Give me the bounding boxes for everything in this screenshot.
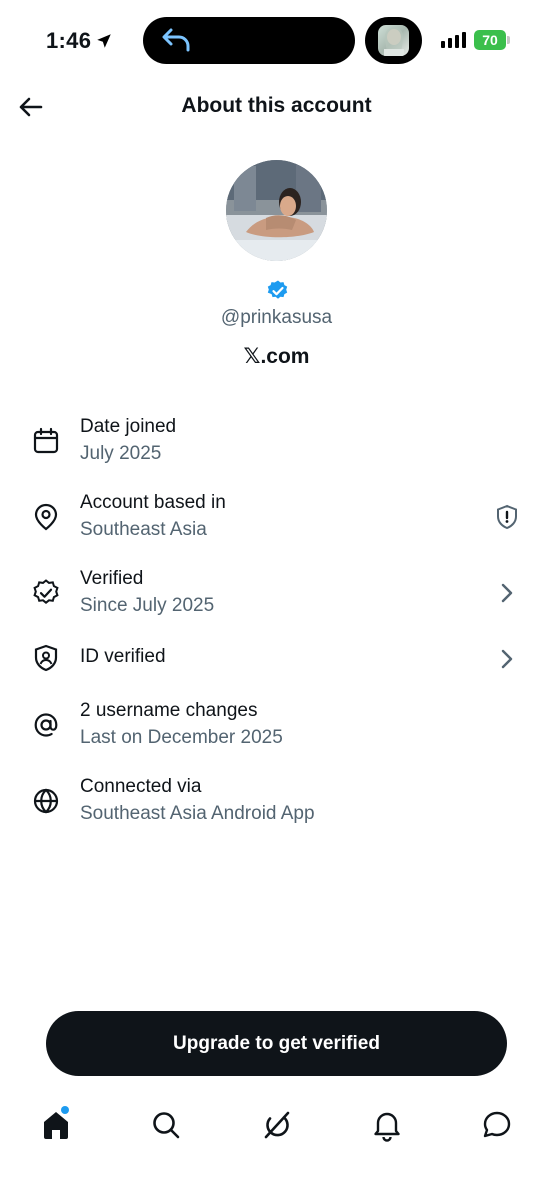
time-text: 1:46 [46,28,92,53]
status-time: 1:46 [46,28,113,54]
location-arrow-icon [97,34,111,48]
globe-icon [33,788,59,814]
chevron-right-icon[interactable] [494,580,520,606]
dynamic-island[interactable] [143,17,355,64]
info-row-value: Since July 2025 [80,595,215,616]
grok-icon[interactable] [260,1108,294,1142]
bell-icon[interactable] [370,1108,404,1142]
page-header: About this account [0,80,553,134]
island-thumbnail[interactable] [365,17,422,64]
info-row-label: Connected via [80,776,202,797]
battery-icon: 70 [474,30,510,50]
location-pin-icon [34,503,58,531]
profile-site: 𝕏.com [243,345,310,368]
home-icon[interactable] [39,1108,73,1142]
info-row-value: Southeast Asia Android App [80,803,315,824]
thumbnail-image [378,25,409,56]
id-shield-icon [34,644,58,672]
verified-badge-icon [267,280,288,299]
at-sign-icon [34,713,58,737]
signal-icon [441,32,466,48]
info-row-label: Verified [80,568,144,589]
shield-alert-icon[interactable] [494,504,520,530]
avatar[interactable] [226,160,327,261]
info-row-label: Account based in [80,492,226,513]
calendar-icon [33,427,59,454]
upgrade-button[interactable]: Upgrade to get verified [46,1011,507,1076]
search-icon[interactable] [149,1108,183,1142]
page-title: About this account [181,94,372,117]
info-row-value: July 2025 [80,443,162,464]
status-bar: 1:46 70 [0,0,553,80]
profile-handle: @prinkasusa [220,307,333,328]
info-row-label: Date joined [80,416,177,437]
verified-outline-icon [33,579,59,604]
info-row-value: Last on December 2025 [80,727,283,748]
chevron-right-icon[interactable] [494,646,520,672]
info-row-value: Southeast Asia [80,519,207,540]
info-row-label: ID verified [80,646,166,667]
notification-dot [61,1106,69,1114]
battery-level: 70 [474,30,506,50]
back-arrow-icon [162,28,190,52]
info-row-label: 2 username changes [80,700,258,721]
chat-icon[interactable] [480,1108,514,1142]
bottom-nav [0,1100,553,1160]
